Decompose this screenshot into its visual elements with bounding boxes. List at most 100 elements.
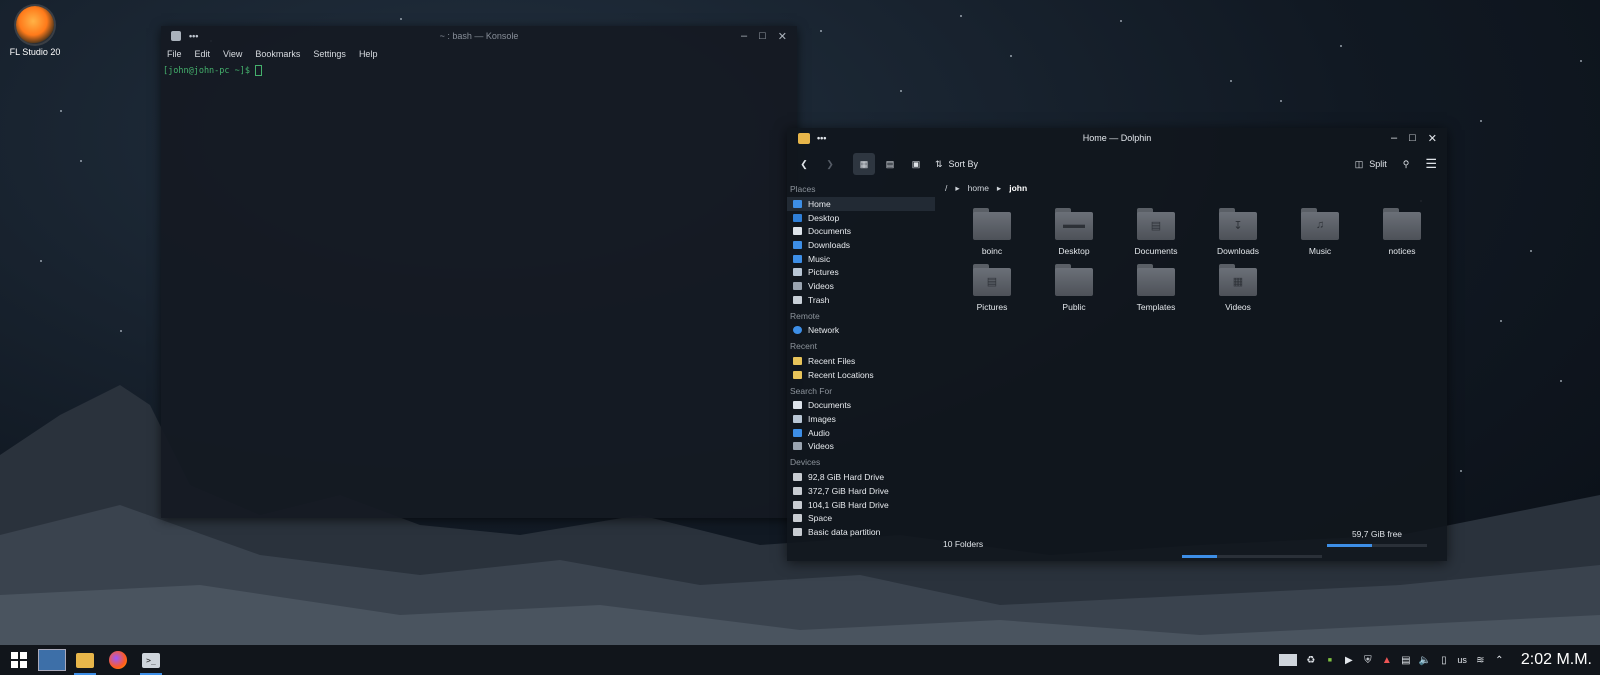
sidebar-item-trash[interactable]: Trash <box>787 293 935 307</box>
taskbar: >_ ♻ ■ ▶ ⛨ ▲ ▤ 🔈 ▯ us ≋ ⌃ 2:02 M.M. <box>0 645 1600 675</box>
terminal-area[interactable]: [john@john-pc ~]$ <box>161 62 797 79</box>
sidebar-item-device[interactable]: 92,8 GiB Hard Drive <box>787 470 935 484</box>
minimize-icon[interactable]: – <box>741 30 747 42</box>
taskbar-firefox[interactable] <box>103 645 133 675</box>
folder-item[interactable]: ▬▬ Desktop <box>1033 208 1115 256</box>
media-player-icon[interactable]: ▶ <box>1343 655 1354 666</box>
folder-item[interactable]: ↧ Downloads <box>1197 208 1279 256</box>
sidebar-item-search-images[interactable]: Images <box>787 412 935 426</box>
desktop-icon-fl-studio[interactable]: FL Studio 20 <box>6 6 64 57</box>
menu-file[interactable]: File <box>167 49 182 59</box>
free-space-label: 59,7 GiB free <box>1351 529 1403 539</box>
sort-by-button[interactable]: ⇅ Sort By <box>935 159 978 170</box>
forward-icon[interactable]: ❯ <box>819 153 841 175</box>
sidebar-item-videos[interactable]: Videos <box>787 279 935 293</box>
folder-item[interactable]: Templates <box>1115 264 1197 312</box>
folder-item[interactable]: notices <box>1361 208 1443 256</box>
images-icon <box>793 415 802 424</box>
folder-item[interactable]: boinc <box>951 208 1033 256</box>
progress-bar <box>1182 555 1322 558</box>
sidebar-item-documents[interactable]: Documents <box>787 224 935 238</box>
sidebar-item-label: Recent Locations <box>808 369 874 380</box>
split-button[interactable]: ◫ Split <box>1355 159 1387 170</box>
folder-item[interactable]: ▤ Pictures <box>951 264 1033 312</box>
taskbar-konsole[interactable]: >_ <box>136 645 166 675</box>
keyboard-layout[interactable]: us <box>1457 655 1467 665</box>
sidebar-item-search-documents[interactable]: Documents <box>787 399 935 413</box>
clock[interactable]: 2:02 M.M. <box>1521 651 1592 669</box>
chevron-right-icon[interactable]: ▸ <box>955 183 959 194</box>
virtual-desktop-pager[interactable] <box>37 645 67 675</box>
sidebar-item-downloads[interactable]: Downloads <box>787 238 935 252</box>
system-tray: ♻ ■ ▶ ⛨ ▲ ▤ 🔈 ▯ us ≋ ⌃ 2:02 M.M. <box>1279 645 1600 675</box>
dolphin-window[interactable]: ••• Home — Dolphin – □ ✕ ❮ ❯ ▦ ▤ ▣ ⇅ Sor… <box>787 128 1447 561</box>
back-icon[interactable]: ❮ <box>793 153 815 175</box>
sidebar-item-label: 104,1 GiB Hard Drive <box>808 499 889 510</box>
chevron-right-icon[interactable]: ▸ <box>997 183 1001 194</box>
konsole-menubar: File Edit View Bookmarks Settings Help <box>161 46 797 62</box>
menu-edit[interactable]: Edit <box>195 49 211 59</box>
volume-icon[interactable]: 🔈 <box>1419 655 1431 666</box>
section-header-search: Search For <box>790 385 833 396</box>
section-header-remote: Remote <box>790 310 820 321</box>
breadcrumb-home[interactable]: home <box>968 183 989 193</box>
sidebar-item-network[interactable]: Network <box>787 324 935 338</box>
konsole-titlebar[interactable]: ••• ~ : bash — Konsole – □ ✕ <box>161 26 797 46</box>
terminal-cursor <box>255 65 263 76</box>
minimize-icon[interactable]: – <box>1391 132 1397 144</box>
file-view[interactable]: / ▸ home ▸ john boinc ▬▬ Desktop ▤ Documen… <box>937 180 1447 561</box>
nvidia-icon[interactable]: ■ <box>1324 655 1335 666</box>
konsole-window[interactable]: ••• ~ : bash — Konsole – □ ✕ File Edit V… <box>161 26 797 518</box>
menu-bookmarks[interactable]: Bookmarks <box>255 49 300 59</box>
updates-icon[interactable]: ▲ <box>1381 655 1392 666</box>
show-desktop-icon[interactable] <box>1279 654 1298 666</box>
free-space-indicator[interactable]: 59,7 GiB free <box>1327 524 1427 547</box>
menu-settings[interactable]: Settings <box>313 49 346 59</box>
sort-by-label: Sort By <box>948 159 979 169</box>
search-icon[interactable]: ⚲ <box>1403 159 1410 170</box>
sidebar-item-recent-locations[interactable]: Recent Locations <box>787 368 935 382</box>
menu-help[interactable]: Help <box>359 49 378 59</box>
phone-icon[interactable]: ▯ <box>1438 655 1449 666</box>
sidebar-item-search-audio[interactable]: Audio <box>787 426 935 440</box>
sidebar-item-home[interactable]: Home <box>787 197 935 211</box>
network-icon <box>793 326 802 335</box>
breadcrumb-current[interactable]: john <box>1009 183 1027 193</box>
hamburger-menu-icon[interactable]: ☰ <box>1425 156 1437 172</box>
sidebar-item-device[interactable]: 372,7 GiB Hard Drive <box>787 484 935 498</box>
sidebar-item-device[interactable]: Basic data partition <box>787 525 935 539</box>
close-icon[interactable]: ✕ <box>1428 132 1437 145</box>
sidebar-item-label: Music <box>808 253 831 264</box>
videos-folder-icon: ▦ <box>1219 264 1257 296</box>
wifi-icon[interactable]: ≋ <box>1475 655 1486 666</box>
maximize-icon[interactable]: □ <box>1409 132 1416 144</box>
sidebar-item-desktop[interactable]: Desktop <box>787 211 935 225</box>
folder-item[interactable]: ♫ Music <box>1279 208 1361 256</box>
sidebar-item-pictures[interactable]: Pictures <box>787 265 935 279</box>
sidebar-item-label: Trash <box>808 294 830 305</box>
icons-view-icon[interactable]: ▦ <box>853 153 875 175</box>
sidebar-item-search-videos[interactable]: Videos <box>787 440 935 454</box>
folder-item[interactable]: Public <box>1033 264 1115 312</box>
start-menu-button[interactable] <box>4 645 34 675</box>
menu-view[interactable]: View <box>223 49 242 59</box>
sidebar-item-device[interactable]: 104,1 GiB Hard Drive <box>787 498 935 512</box>
sidebar-item-label: Desktop <box>808 212 840 223</box>
sidebar-item-music[interactable]: Music <box>787 252 935 266</box>
shield-icon[interactable]: ⛨ <box>1362 655 1373 666</box>
clipboard-icon[interactable]: ▤ <box>1400 655 1411 666</box>
recycle-bin-icon[interactable]: ♻ <box>1305 655 1316 666</box>
sidebar-item-label: Space <box>808 513 833 524</box>
expand-tray-icon[interactable]: ⌃ <box>1494 655 1505 666</box>
close-icon[interactable]: ✕ <box>778 30 787 43</box>
maximize-icon[interactable]: □ <box>759 30 766 42</box>
folder-item[interactable]: ▤ Documents <box>1115 208 1197 256</box>
dolphin-titlebar[interactable]: ••• Home — Dolphin – □ ✕ <box>787 128 1447 148</box>
sidebar-item-recent-files[interactable]: Recent Files <box>787 354 935 368</box>
sidebar-item-device[interactable]: Space <box>787 511 935 525</box>
compact-view-icon[interactable]: ▤ <box>879 153 901 175</box>
folder-item[interactable]: ▦ Videos <box>1197 264 1279 312</box>
breadcrumb-root[interactable]: / <box>945 183 947 193</box>
taskbar-dolphin[interactable] <box>70 645 100 675</box>
details-view-icon[interactable]: ▣ <box>905 153 927 175</box>
